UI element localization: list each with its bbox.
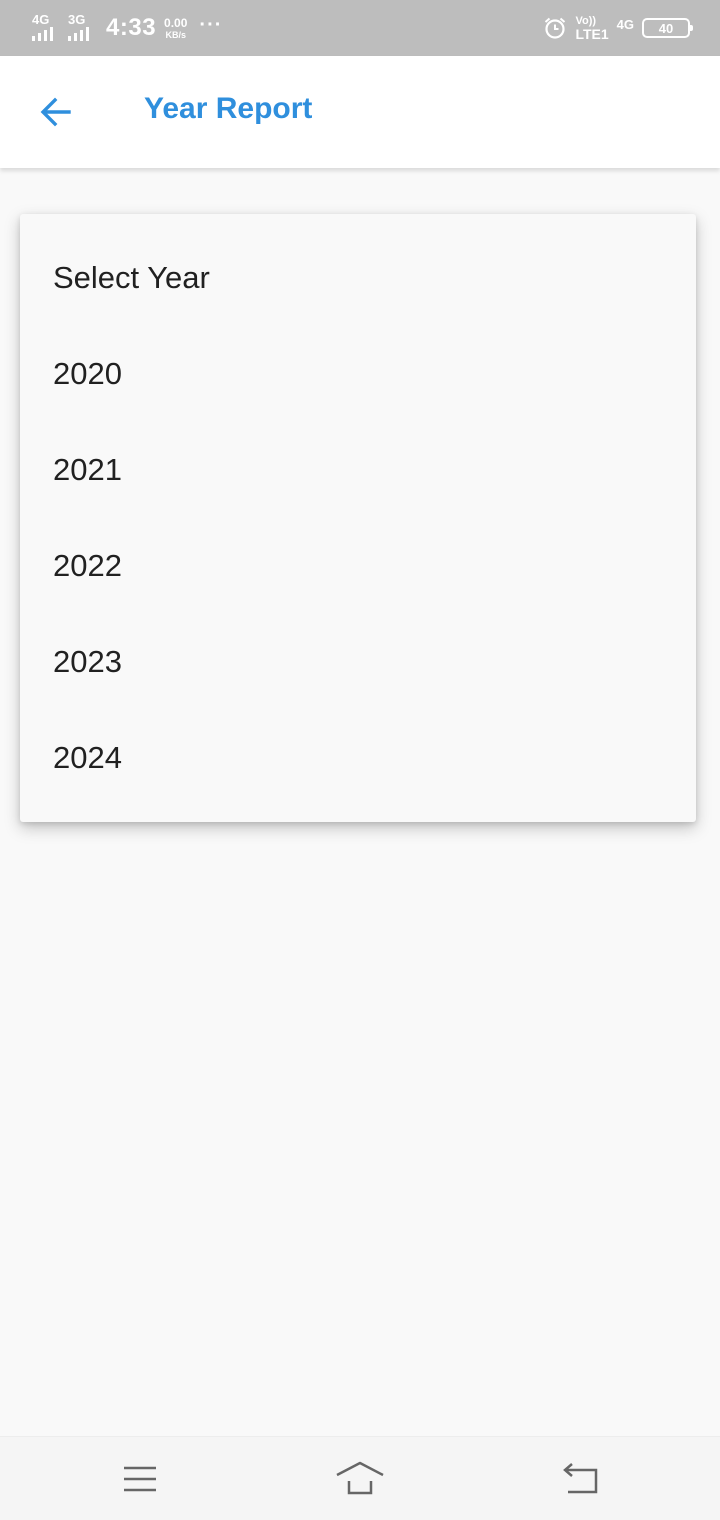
back-icon [563,1463,598,1494]
battery-level: 40 [658,20,674,36]
page-title: Year Report [144,92,313,125]
menu-item-2022[interactable]: 2022 [20,518,696,614]
app-bar: Year Report [0,56,720,168]
status-bar: 4G 3G 4:33 0.00 KB/s ··· Vo)) LTE1 4G 40 [0,0,720,56]
sim1-network-label: 4G [32,12,50,27]
menu-item-2020[interactable]: 2020 [20,326,696,422]
system-back-button[interactable] [550,1455,610,1503]
volte-top-label: Vo)) [575,14,597,27]
signal-sim1-icon: 4G [30,13,62,43]
alarm-icon [545,17,566,39]
menu-item-label: 2023 [53,644,122,679]
menu-item-2024[interactable]: 2024 [20,710,696,806]
sim2-network-label: 3G [68,12,86,27]
menu-item-label: 2020 [53,356,122,391]
menu-item-label: 2024 [53,740,122,775]
more-notifications-icon: ··· [199,13,223,36]
home-icon [336,1461,384,1495]
arrow-left-icon [40,97,71,127]
menu-item-select-year[interactable]: Select Year [20,230,696,326]
menu-item-2021[interactable]: 2021 [20,422,696,518]
home-button[interactable] [330,1455,390,1503]
back-button[interactable] [24,80,88,144]
year-dropdown-menu: Select Year 2020 2021 2022 2023 2024 [20,214,696,822]
network-speed-value: 0.00 [164,15,188,30]
menu-icon [124,1466,156,1492]
system-nav-bar [0,1436,720,1520]
recents-button[interactable] [110,1455,170,1503]
network-type-label: 4G [616,16,634,32]
menu-item-label: 2021 [53,452,122,487]
network-speed-unit: KB/s [165,29,186,40]
volte-bottom-label: LTE1 [575,25,609,42]
status-right: Vo)) LTE1 4G 40 [543,10,693,46]
volte-indicator: Vo)) LTE1 [575,15,608,42]
battery-icon: 40 [642,18,693,38]
status-left: 4G 3G 4:33 0.00 KB/s ··· [30,10,222,46]
menu-item-label: 2022 [53,548,122,583]
menu-item-2023[interactable]: 2023 [20,614,696,710]
network-speed: 0.00 KB/s [164,15,188,40]
signal-sim2-icon: 3G [66,13,98,43]
clock: 4:33 [106,14,157,41]
menu-item-label: Select Year [53,260,210,295]
